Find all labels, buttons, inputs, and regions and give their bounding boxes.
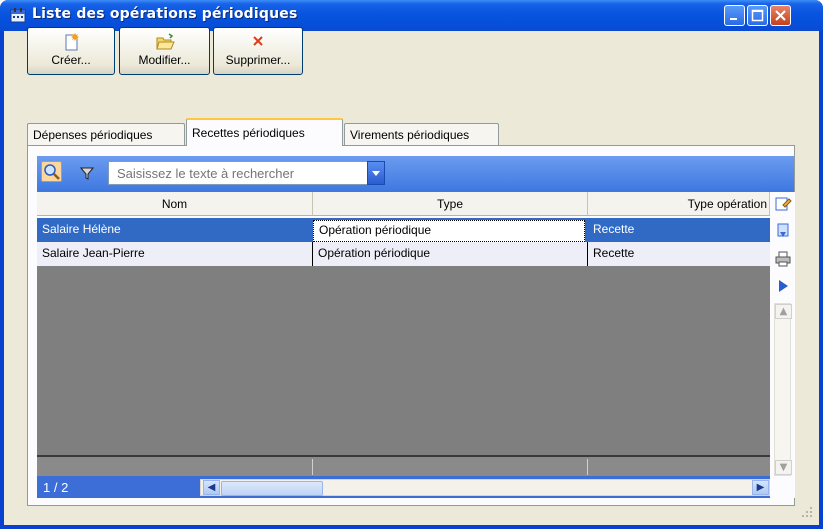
create-button[interactable]: Créer... — [27, 27, 115, 75]
scroll-up-button[interactable]: ▲ — [775, 304, 792, 319]
column-header-label: Type — [436, 197, 463, 211]
column-header-label: Type opération — [687, 197, 767, 211]
cell-type: Opération périodique — [318, 246, 431, 260]
minimize-button[interactable] — [724, 5, 745, 26]
create-button-label: Créer... — [51, 53, 91, 67]
play-icon[interactable] — [774, 277, 792, 295]
resize-grip-icon[interactable] — [800, 505, 814, 519]
close-button[interactable] — [770, 5, 791, 26]
print-icon[interactable] — [774, 250, 792, 268]
grid-empty-area — [37, 266, 770, 456]
vertical-scrollbar[interactable]: ▲ ▼ — [774, 303, 792, 476]
chevron-up-icon: ▲ — [779, 306, 788, 317]
close-icon — [775, 10, 786, 21]
scroll-left-button[interactable]: ◀ — [203, 480, 220, 495]
column-header-label: Nom — [161, 197, 188, 211]
footer-separator — [312, 459, 313, 475]
column-header-nom[interactable]: Nom — [37, 192, 313, 216]
cell-nom: Salaire Hélène — [42, 222, 121, 236]
search-input[interactable] — [108, 161, 368, 185]
calendar-icon — [10, 8, 26, 23]
magnifier-icon — [44, 164, 60, 180]
delete-button[interactable]: Supprimer... — [213, 27, 303, 75]
chevron-left-icon: ◀ — [207, 482, 216, 493]
delete-button-label: Supprimer... — [225, 53, 291, 67]
horizontal-scroll-thumb[interactable] — [221, 481, 323, 496]
cell-type: Opération périodique — [313, 220, 585, 242]
tab-label: Virements périodiques — [350, 128, 470, 142]
search-dropdown-button[interactable] — [367, 161, 385, 185]
tab-virements-periodiques[interactable]: Virements périodiques — [344, 123, 499, 145]
window-title: Liste des opérations périodiques — [32, 6, 298, 22]
maximize-button[interactable] — [747, 5, 768, 26]
cell-type-operation: Recette — [593, 246, 635, 260]
tab-recettes-periodiques[interactable]: Recettes périodiques — [186, 118, 343, 146]
chevron-down-icon: ▼ — [779, 462, 788, 473]
table-row[interactable]: Salaire Hélène Opération périodique Rece… — [37, 218, 770, 242]
page-indicator: 1 / 2 — [43, 480, 69, 495]
maximize-icon — [751, 9, 764, 22]
column-header-type-operation[interactable]: Type opération — [588, 192, 770, 216]
table-row[interactable]: Salaire Jean-Pierre Opération périodique… — [37, 242, 770, 266]
grid-totals-row — [37, 457, 770, 476]
search-button[interactable] — [41, 161, 62, 182]
tab-label: Dépenses périodiques — [33, 128, 153, 142]
new-document-icon — [65, 33, 79, 51]
chevron-right-icon: ▶ — [756, 482, 765, 493]
footer-separator — [587, 459, 588, 475]
modify-button[interactable]: Modifier... — [119, 27, 210, 75]
column-header-type[interactable]: Type — [313, 192, 588, 216]
modify-button-label: Modifier... — [138, 53, 191, 67]
tab-label: Recettes périodiques — [192, 126, 305, 140]
cell-nom: Salaire Jean-Pierre — [42, 246, 145, 260]
open-folder-icon — [155, 33, 175, 50]
export-icon[interactable] — [774, 222, 792, 240]
horizontal-scrollbar[interactable]: ◀ ▶ — [200, 479, 770, 496]
tab-depenses-periodiques[interactable]: Dépenses périodiques — [27, 123, 185, 145]
minimize-icon — [730, 18, 737, 20]
funnel-icon[interactable] — [80, 166, 94, 180]
chevron-down-icon — [372, 171, 380, 176]
red-x-icon — [253, 36, 263, 46]
cell-type-operation: Recette — [593, 222, 635, 236]
scroll-down-button[interactable]: ▼ — [775, 460, 792, 475]
scroll-right-button[interactable]: ▶ — [752, 480, 769, 495]
edit-column-icon[interactable] — [774, 195, 792, 213]
